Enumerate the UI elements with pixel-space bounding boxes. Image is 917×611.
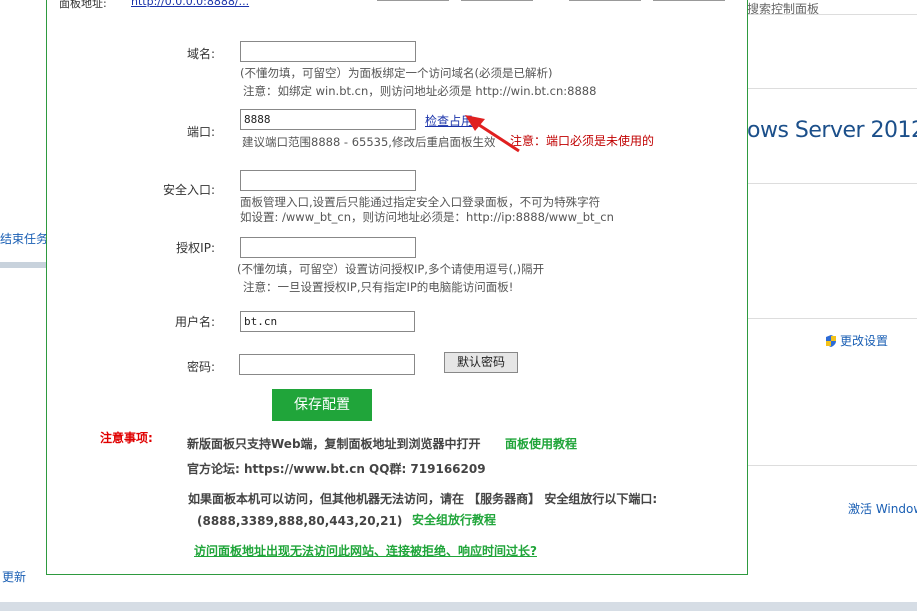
entry-hint-2: 如设置: /www_bt_cn，则访问地址必须是：http://ip:8888/… — [240, 210, 614, 224]
security-entry-label: 安全入口: — [162, 183, 215, 197]
port-hint: 建议端口范围8888 - 65535,修改后重启面板生效 — [242, 135, 496, 149]
left-scrollbar — [0, 262, 46, 268]
divider — [747, 465, 917, 466]
username-label: 用户名: — [174, 315, 215, 329]
update-link[interactable]: 更新 — [2, 568, 26, 585]
panel-address-link[interactable]: http://0.0.0.0:8888/... — [131, 0, 249, 8]
auth-ip-hint-2: 注意：一旦设置授权IP,只有指定IP的电脑能访问面板! — [243, 280, 514, 294]
top-button-4[interactable] — [653, 0, 725, 1]
domain-hint-1: (不懂勿填，可留空）为面板绑定一个访问域名(必须是已解析) — [240, 66, 553, 80]
note-ports: (8888,3389,888,80,443,20,21) — [197, 514, 403, 528]
notes-title: 注意事项: — [100, 431, 153, 445]
note-line-1: 新版面板只支持Web端，复制面板地址到浏览器中打开 — [187, 437, 481, 451]
domain-hint-2: 注意：如绑定 win.bt.cn，则访问地址必须是 http://win.bt.… — [243, 84, 597, 98]
username-input[interactable] — [240, 311, 415, 332]
taskbar-edge — [0, 602, 917, 611]
security-entry-input[interactable] — [240, 170, 416, 191]
top-button-3[interactable] — [569, 0, 641, 1]
save-config-button[interactable]: 保存配置 — [272, 389, 372, 421]
domain-input[interactable] — [240, 41, 416, 62]
change-settings-label: 更改设置 — [840, 334, 889, 348]
background-window — [747, 0, 917, 611]
divider — [747, 88, 917, 89]
end-task-link[interactable]: 结束任务 — [0, 230, 48, 247]
note-line-3: 如果面板本机可以访问，但其他机器无法访问，请在 【服务器商】 安全组放行以下端口… — [188, 492, 658, 506]
change-settings-link[interactable]: 更改设置 — [824, 332, 888, 349]
panel-address-label: 面板地址: — [59, 0, 107, 10]
windows-server-logo-text: ows Server 2012 R — [747, 118, 917, 143]
divider — [747, 183, 917, 184]
port-label: 端口: — [186, 125, 215, 139]
password-label: 密码: — [186, 360, 215, 374]
auth-ip-hint-1: (不懂勿填，可留空）设置访问授权IP,多个请使用逗号(,)隔开 — [237, 262, 545, 276]
password-input[interactable] — [239, 354, 415, 375]
uac-shield-icon — [824, 334, 838, 348]
default-password-button[interactable]: 默认密码 — [444, 352, 518, 373]
activate-windows-link[interactable]: 激活 Windows — [848, 500, 917, 517]
red-arrow-icon — [465, 115, 520, 153]
panel-settings-dialog: 面板地址: http://0.0.0.0:8888/... 域名: (不懂勿填，… — [46, 0, 748, 575]
note-line-2: 官方论坛: https://www.bt.cn QQ群: 719166209 — [187, 462, 486, 476]
port-input[interactable] — [240, 109, 416, 130]
auth-ip-input[interactable] — [240, 237, 416, 258]
auth-ip-label: 授权IP: — [176, 241, 215, 255]
access-troubleshoot-link[interactable]: 访问面板地址出现无法访问此网站、连接被拒绝、响应时间过长? — [194, 542, 537, 559]
top-button-1[interactable] — [377, 0, 449, 1]
panel-tutorial-link[interactable]: 面板使用教程 — [505, 435, 577, 452]
dialog-topbar: 面板地址: http://0.0.0.0:8888/... — [47, 0, 747, 10]
top-button-2[interactable] — [461, 0, 533, 1]
security-group-tutorial-link[interactable]: 安全组放行教程 — [412, 511, 496, 528]
divider — [747, 318, 917, 319]
divider — [747, 14, 917, 15]
entry-hint-1: 面板管理入口,设置后只能通过指定安全入口登录面板，不可为特殊字符 — [240, 195, 601, 209]
domain-label: 域名: — [186, 47, 215, 61]
port-warning: 注意：端口必须是未使用的 — [510, 134, 655, 148]
